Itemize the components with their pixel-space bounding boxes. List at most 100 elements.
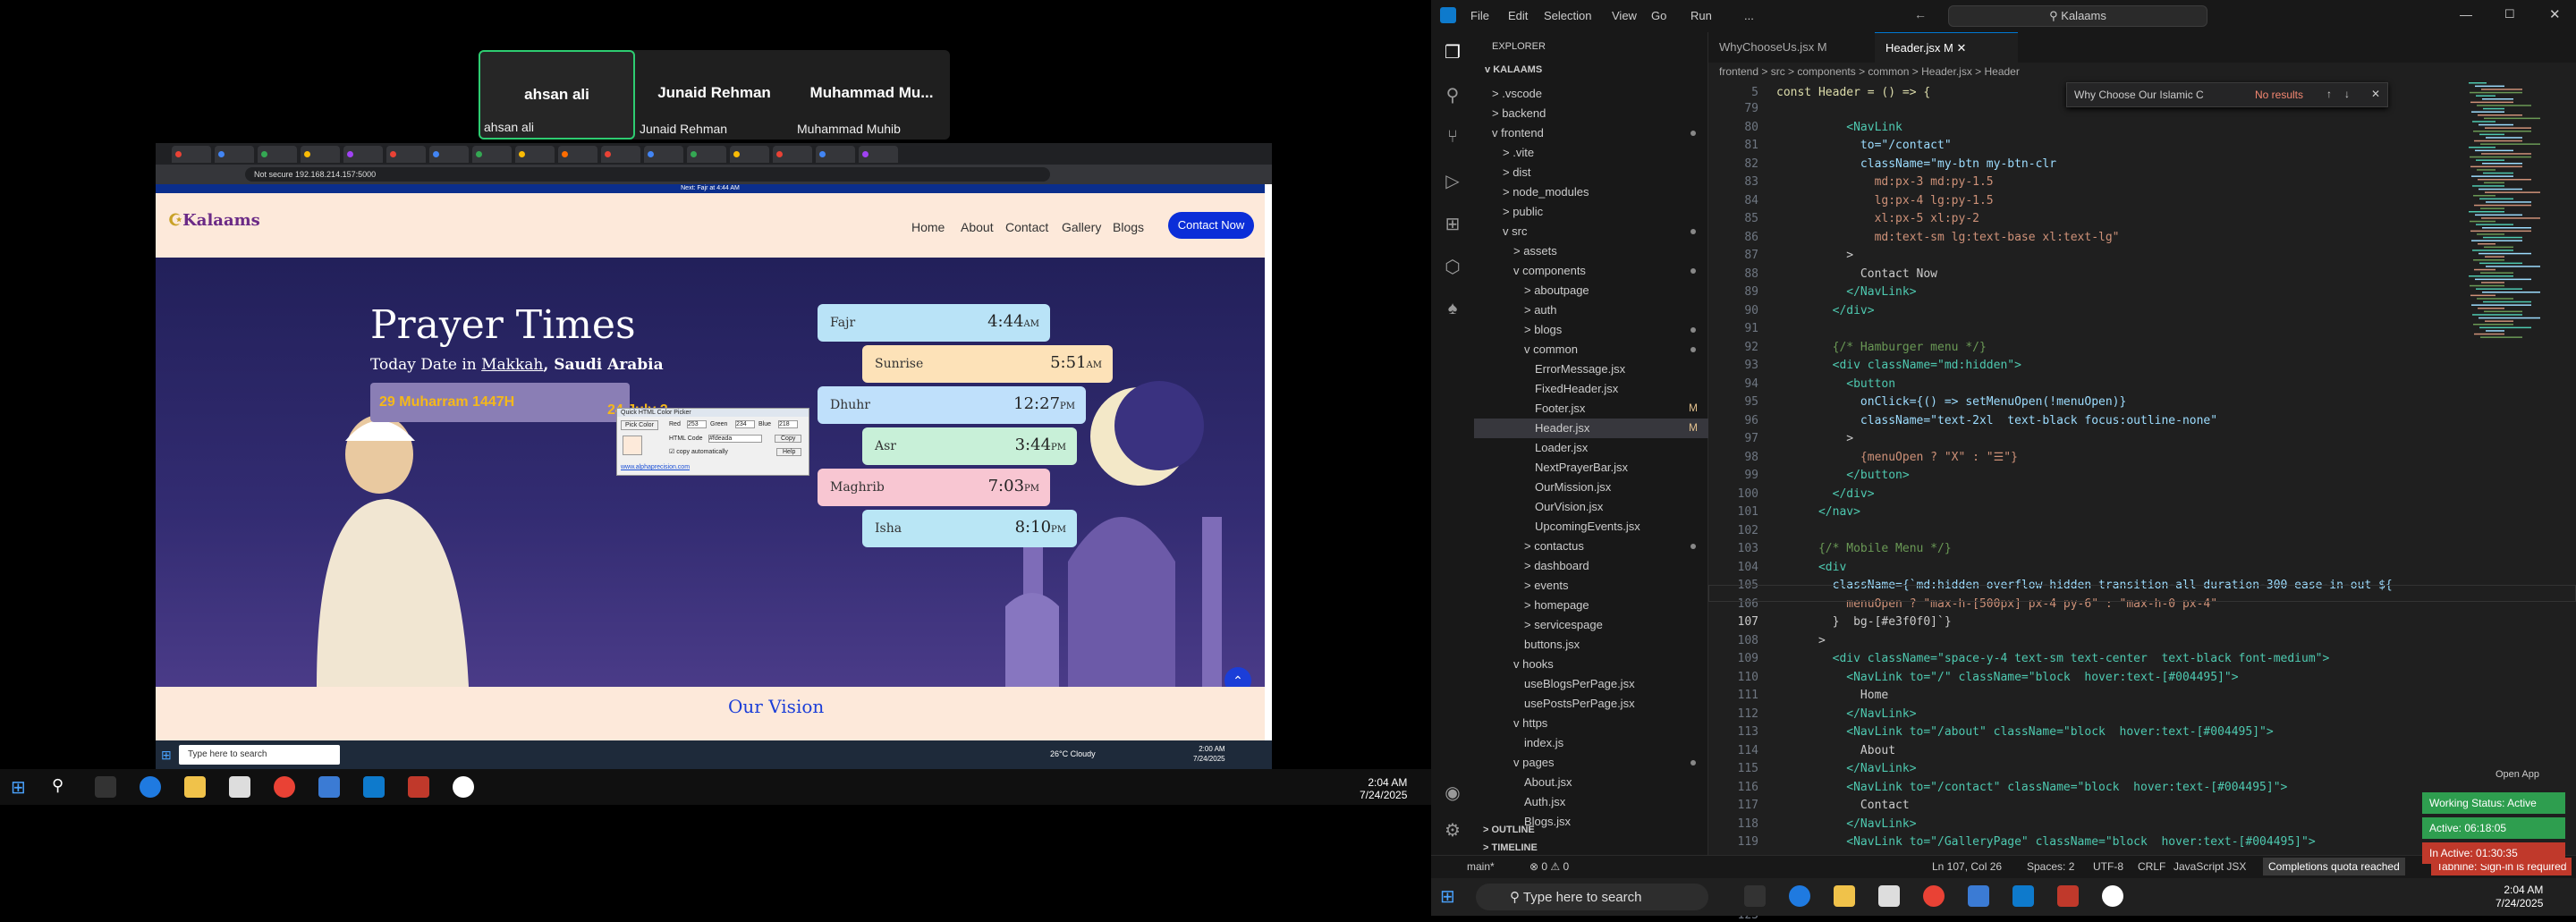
minimize-icon[interactable]: — [2460, 7, 2472, 21]
code-line[interactable]: {/* Mobile Menu */} [1776, 542, 1952, 555]
file-tree-item[interactable]: > assets [1474, 241, 1708, 261]
mongodb-leaf-icon[interactable]: ♠ [1442, 299, 1463, 320]
sticky-line[interactable]: const Header = () => { [1776, 86, 1930, 99]
browser-tab[interactable] [472, 146, 512, 163]
windows-start-icon[interactable]: ⊞ [1440, 885, 1462, 907]
find-prev-icon[interactable]: ↑ [2326, 88, 2332, 100]
file-tree-item[interactable]: usePostsPerPage.jsx [1474, 694, 1708, 714]
edge-icon[interactable] [140, 776, 161, 798]
open-app-label[interactable]: Open App [2496, 769, 2539, 780]
cursor-position[interactable]: Ln 107, Col 26 [1932, 860, 2002, 873]
pick-color-button[interactable]: Pick Color [621, 420, 658, 430]
participant-tile[interactable]: ahsan ali ahsan ali [479, 50, 635, 140]
file-tree-item[interactable]: FixedHeader.jsx [1474, 379, 1708, 399]
file-tree-item[interactable]: > .vite [1474, 143, 1708, 163]
app-icon[interactable] [1968, 885, 1989, 907]
browser-tab[interactable] [601, 146, 640, 163]
browser-tab[interactable] [301, 146, 340, 163]
branch-status[interactable]: main* [1467, 860, 1495, 873]
language-status[interactable]: JavaScript JSX [2174, 860, 2246, 873]
tab-whychooseus[interactable]: WhyChooseUs.jsx M [1708, 32, 1874, 63]
file-explorer-icon[interactable] [1834, 885, 1855, 907]
store-icon[interactable] [229, 776, 250, 798]
code-line[interactable]: md:px-3 md:py-1.5 [1776, 175, 1994, 189]
back-arrow-icon[interactable]: ← [1914, 7, 1927, 21]
code-line[interactable]: <div [1776, 561, 1846, 574]
file-tree-item[interactable]: v frontend [1474, 123, 1708, 143]
copy-auto-checkbox[interactable]: ☑ copy automatically [669, 448, 728, 455]
file-explorer-icon[interactable] [184, 776, 206, 798]
browser-tab[interactable] [859, 146, 898, 163]
code-line[interactable]: Contact Now [1776, 267, 1937, 281]
app-circle-icon[interactable] [2102, 885, 2123, 907]
browser-tab[interactable] [773, 146, 812, 163]
file-tree-item[interactable]: v hooks [1474, 655, 1708, 674]
menu-selection[interactable]: Selection [1544, 9, 1591, 22]
file-tree-item[interactable]: > homepage [1474, 596, 1708, 615]
file-tree-item[interactable]: ErrorMessage.jsx [1474, 359, 1708, 379]
code-line[interactable]: to="/contact" [1776, 139, 1952, 152]
find-widget[interactable]: Why Choose Our Islamic C No results ↑ ↓ … [2066, 82, 2388, 107]
minimap[interactable] [2460, 82, 2549, 351]
blue-field[interactable]: 218 [778, 420, 798, 428]
anydesk-icon[interactable] [408, 776, 429, 798]
find-input[interactable]: Why Choose Our Islamic C [2074, 89, 2244, 101]
close-icon[interactable]: ✕ [2549, 6, 2561, 22]
code-line[interactable]: <div className="space-y-4 text-sm text-c… [1776, 652, 2330, 665]
nav-gallery[interactable]: Gallery [1062, 220, 1101, 234]
menu-run[interactable]: Run [1690, 9, 1712, 22]
file-tree-item[interactable]: v pages [1474, 753, 1708, 773]
help-button[interactable]: Help [776, 448, 802, 456]
account-icon[interactable]: ◉ [1442, 782, 1463, 803]
windows-start-icon[interactable]: ⊞ [11, 776, 32, 798]
menu-edit[interactable]: Edit [1508, 9, 1528, 22]
windows-start-icon[interactable]: ⊞ [161, 748, 172, 763]
file-tree-item[interactable]: v https [1474, 714, 1708, 733]
file-tree-item[interactable]: > aboutpage [1474, 281, 1708, 300]
file-tree-item[interactable]: useBlogsPerPage.jsx [1474, 674, 1708, 694]
browser-tab[interactable] [558, 146, 597, 163]
file-tree-item[interactable]: buttons.jsx [1474, 635, 1708, 655]
vscode-icon[interactable] [363, 776, 385, 798]
code-line[interactable]: onClick={() => setMenuOpen(!menuOpen)} [1776, 395, 2126, 409]
code-line[interactable]: </nav> [1776, 505, 1860, 519]
code-line[interactable]: {menuOpen ? "X" : "☰"} [1776, 451, 2018, 464]
file-tree-item[interactable]: Loader.jsx [1474, 438, 1708, 458]
edge-icon[interactable] [1789, 885, 1810, 907]
code-editor[interactable]: 5 const Header = () => { 79 80 <NavLink 81… [1708, 82, 2576, 922]
encoding-status[interactable]: UTF-8 [2093, 860, 2123, 873]
close-icon[interactable]: ✕ [2371, 88, 2380, 100]
menu-moremoremore[interactable]: ... [1744, 9, 1754, 22]
code-line[interactable]: xl:px-5 xl:py-2 [1776, 212, 1979, 225]
copilot-status[interactable]: Completions quota reached [2263, 858, 2405, 875]
browser-tab[interactable] [386, 146, 426, 163]
file-tree-item[interactable]: > .vscode [1474, 84, 1708, 104]
file-tree-item[interactable]: > blogs [1474, 320, 1708, 340]
file-tree-item[interactable]: NextPrayerBar.jsx [1474, 458, 1708, 478]
green-field[interactable]: 234 [735, 420, 755, 428]
browser-tab[interactable] [730, 146, 769, 163]
contact-now-button[interactable]: Contact Now [1168, 212, 1254, 239]
store-icon[interactable] [1878, 885, 1900, 907]
file-tree-item[interactable]: > events [1474, 576, 1708, 596]
file-tree-item[interactable]: v src [1474, 222, 1708, 241]
file-tree-item[interactable]: OurMission.jsx [1474, 478, 1708, 497]
tab-header[interactable]: Header.jsx M ✕ [1875, 32, 2018, 63]
code-line[interactable]: <NavLink to="/" className="block hover:t… [1776, 671, 2238, 684]
code-line[interactable]: </NavLink> [1776, 285, 1916, 299]
file-tree-item[interactable]: > servicespage [1474, 615, 1708, 635]
participant-tile[interactable]: Junaid Rehman Junaid Rehman [636, 50, 792, 140]
code-line[interactable]: </div> [1776, 487, 1875, 501]
menu-go[interactable]: Go [1651, 9, 1666, 22]
find-next-icon[interactable]: ↓ [2344, 88, 2350, 100]
menu-file[interactable]: File [1470, 9, 1489, 22]
code-line[interactable]: className="my-btn my-btn-clr [1776, 157, 2056, 171]
file-tree-item[interactable]: Footer.jsx M [1474, 399, 1708, 419]
nav-blogs[interactable]: Blogs [1113, 220, 1144, 234]
command-center[interactable]: ⚲ Kalaams [1948, 5, 2207, 27]
code-line[interactable]: <NavLink [1776, 121, 1902, 134]
menu-view[interactable]: View [1612, 9, 1637, 22]
picker-link[interactable]: www.alphaprecision.com [621, 464, 690, 470]
browser-tab[interactable] [215, 146, 254, 163]
file-tree-item[interactable]: OurVision.jsx [1474, 497, 1708, 517]
